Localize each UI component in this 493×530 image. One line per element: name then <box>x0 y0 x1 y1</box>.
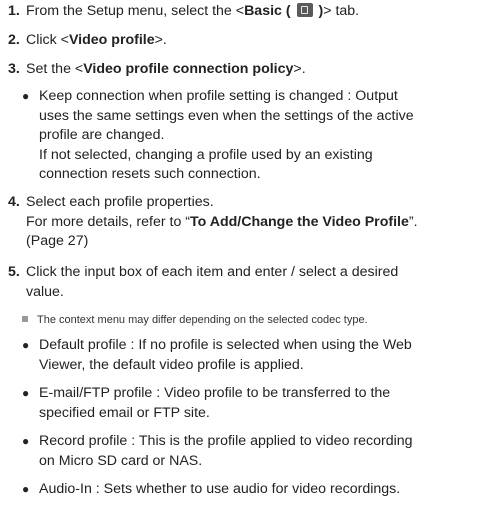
step-text: Click < <box>26 32 69 48</box>
profile-bullet-audio-in: ● Audio-In : Sets whether to use audio f… <box>22 480 488 500</box>
bullet-line: If not selected, changing a profile used… <box>39 146 373 163</box>
step-number: 5. <box>8 264 20 280</box>
step-text-end: >. <box>154 32 167 48</box>
bullet-line: connection resets such connection. <box>39 166 261 182</box>
bullet-line: Default profile : If no profile is selec… <box>39 337 412 353</box>
step-number: 3. <box>8 61 20 77</box>
bullet-line: profile are changed. <box>39 127 165 143</box>
step-text-end: >. <box>293 61 306 77</box>
page-reference: (Page 27) <box>26 233 89 249</box>
policy-bullet: ● Keep connection when profile setting i… <box>22 87 488 185</box>
bullet-line: Record profile : This is the profile app… <box>39 433 413 449</box>
profile-bullet-email-ftp: ● E-mail/FTP profile : Video profile to … <box>22 384 488 423</box>
step-text-end: > tab. <box>323 3 360 19</box>
bullet-line: E-mail/FTP profile : Video profile to be… <box>39 385 391 401</box>
basic-tab-label: Basic ( <box>244 3 291 19</box>
video-profile-label: Video profile <box>68 32 155 48</box>
step-text: value. <box>26 283 64 300</box>
bullet-dot: ● <box>22 482 30 496</box>
step-number: 2. <box>8 32 20 48</box>
step-text: Set the < <box>26 61 84 77</box>
bullet-line: Audio-In : Sets whether to use audio for… <box>39 481 401 497</box>
step-text: Click the input box of each item and ent… <box>26 264 399 280</box>
step-text: From the Setup menu, select the < <box>26 3 245 19</box>
note-text: The context menu may differ depending on… <box>37 314 368 326</box>
step-text-end: ”. <box>408 213 418 230</box>
bullet-dot: ● <box>22 338 30 352</box>
step-2: 2. Click <Video profile>. <box>8 31 488 51</box>
bullet-line: uses the same settings even when the set… <box>39 107 414 124</box>
reference-title: To Add/Change the Video Profile <box>190 213 409 230</box>
bullet-dot: ● <box>22 89 30 103</box>
note-square-icon <box>22 316 28 322</box>
bullet-line: specified email or FTP site. <box>39 404 210 421</box>
bullet-line: Viewer, the default video profile is app… <box>39 356 304 373</box>
step-1: 1. From the Setup menu, select the <Basi… <box>8 2 488 22</box>
profile-bullet-default: ● Default profile : If no profile is sel… <box>22 336 488 375</box>
connection-policy-label: Video profile connection policy <box>83 61 294 77</box>
bullet-dot: ● <box>22 386 30 400</box>
note: The context menu may differ depending on… <box>22 311 482 331</box>
bullet-line: on Micro SD card or NAS. <box>39 452 203 469</box>
bullet-line: Keep connection when profile setting is … <box>39 88 398 104</box>
step-number: 4. <box>8 194 20 210</box>
step-number: 1. <box>8 3 20 19</box>
bullet-dot: ● <box>22 434 30 448</box>
basic-setup-icon <box>296 3 313 17</box>
profile-bullet-record: ● Record profile : This is the profile a… <box>22 432 488 471</box>
step-3: 3. Set the <Video profile connection pol… <box>8 60 488 80</box>
step-text: For more details, refer to “ <box>26 213 190 230</box>
step-4: 4. Select each profile properties. For m… <box>8 193 488 252</box>
step-5: 5. Click the input box of each item and … <box>8 263 488 302</box>
step-text: Select each profile properties. <box>26 194 214 210</box>
